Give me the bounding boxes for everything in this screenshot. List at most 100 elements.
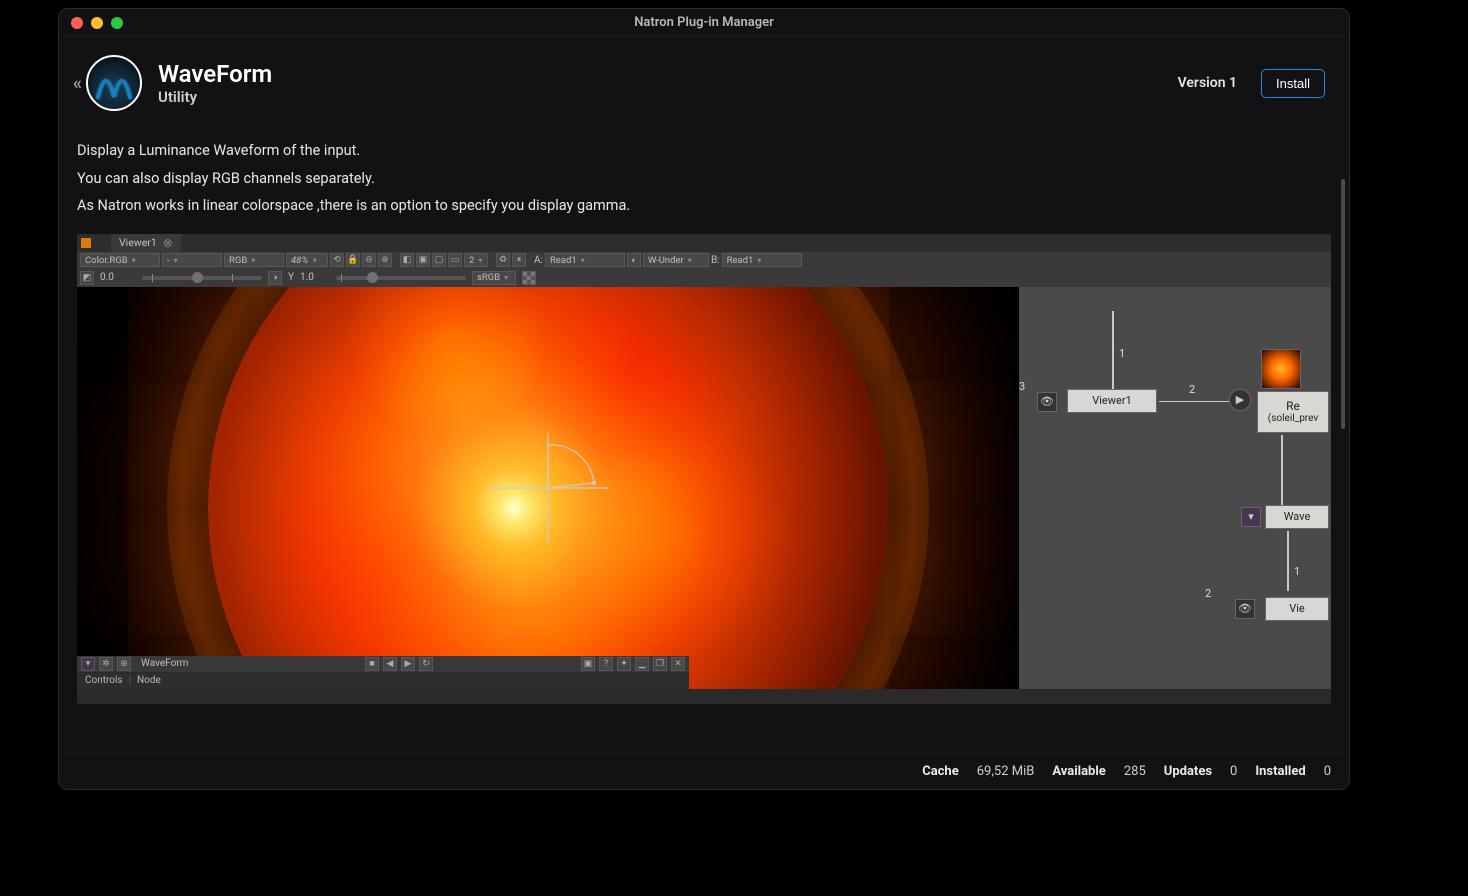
viewer-canvas[interactable] <box>77 287 1019 689</box>
plugin-name: WaveForm <box>158 60 272 89</box>
layer-select[interactable]: Color.RGB▾ <box>80 253 160 267</box>
maximize-window-button[interactable] <box>111 17 123 29</box>
stop-icon[interactable]: ■ <box>365 657 379 671</box>
b-input-select[interactable]: Read1▾ <box>722 253 802 267</box>
roi-icon[interactable]: ▣ <box>416 253 430 267</box>
available-label: Available <box>1052 764 1105 779</box>
screenshot-main: ▾ ✲ ⊕ WaveForm ■ ◀ ▶ ↻ ▣ ? ✦ ▁ <box>77 287 1331 689</box>
cache-value: 69,52 MiB <box>977 764 1035 779</box>
help-icon[interactable]: ? <box>599 657 613 671</box>
description-line: Display a Luminance Waveform of the inpu… <box>77 137 1331 165</box>
port-label: 3 <box>1019 380 1025 393</box>
channels-select[interactable]: RGB▾ <box>224 253 284 267</box>
gamma-slider[interactable] <box>142 276 262 280</box>
port-label: 2 <box>1205 587 1211 600</box>
lock-icon[interactable]: 🔒 <box>346 253 360 267</box>
port-label: 1 <box>1119 347 1125 360</box>
a-input-select[interactable]: Read1▾ <box>545 253 625 267</box>
node-read-label: Re (soleil_prev <box>1257 391 1329 433</box>
description-line: You can also display RGB channels separa… <box>77 165 1331 193</box>
gain-slider[interactable] <box>336 276 466 280</box>
refresh-icon[interactable]: ♻ <box>496 253 510 267</box>
gear-icon[interactable]: ✲ <box>99 657 113 671</box>
wipe-select[interactable]: W-Under▾ <box>643 253 709 267</box>
zoom-select[interactable]: 48%▾ <box>286 253 328 267</box>
viewer-tab[interactable]: Viewer1 ⊗ <box>111 234 181 252</box>
node-waveform[interactable]: Wave <box>1265 505 1329 529</box>
minimize-window-button[interactable] <box>91 17 103 29</box>
node-viewer1[interactable]: Viewer1 <box>1067 389 1157 413</box>
node-graph[interactable]: 1 👁 3 Viewer1 2 ▶ Re (so <box>1019 287 1331 689</box>
window-title: Natron Plug-in Manager <box>59 15 1349 30</box>
plugin-header: « WaveForm Utility Version 1 Install <box>59 37 1349 119</box>
collapse-icon[interactable]: ▣ <box>581 657 595 671</box>
close-tab-icon[interactable]: ⊗ <box>163 236 173 250</box>
properties-bar: ▾ ✲ ⊕ WaveForm ■ ◀ ▶ ↻ ▣ ? ✦ ▁ <box>77 656 689 689</box>
plugin-description: Display a Luminance Waveform of the inpu… <box>77 137 1331 220</box>
eye-icon: 👁 <box>1037 392 1057 412</box>
node-read1[interactable] <box>1261 349 1301 389</box>
y-label: Y <box>288 272 294 283</box>
close-window-button[interactable] <box>71 17 83 29</box>
updates-value: 0 <box>1230 764 1237 779</box>
tab-controls[interactable]: Controls <box>85 675 123 686</box>
plugin-title-block: WaveForm Utility <box>158 60 272 107</box>
pause-icon[interactable]: ⏸ <box>512 253 526 267</box>
contrast-icon[interactable]: ◑ <box>268 271 282 285</box>
installed-value: 0 <box>1324 764 1331 779</box>
y-value: 1.0 <box>300 272 330 283</box>
viewer-panel: ▾ ✲ ⊕ WaveForm ■ ◀ ▶ ↻ ▣ ? ✦ ▁ <box>77 287 1019 689</box>
proxy-icon[interactable]: ▢ <box>432 253 446 267</box>
gamma-value: 0.0 <box>100 272 136 283</box>
sync-icon[interactable]: ⟲ <box>330 253 344 267</box>
titlebar: Natron Plug-in Manager <box>59 9 1349 37</box>
available-value: 285 <box>1124 764 1146 779</box>
render-icon[interactable]: ▭ <box>448 253 462 267</box>
node-name: WaveForm <box>141 658 361 669</box>
scrollbar[interactable] <box>1341 179 1345 429</box>
cache-label: Cache <box>922 764 959 779</box>
waveform-node-icon: ▾ <box>1241 507 1261 527</box>
indicator-icon <box>81 238 91 248</box>
b-label: B: <box>711 255 720 266</box>
minimize-icon[interactable]: ▁ <box>635 657 649 671</box>
plus-icon[interactable]: ⊕ <box>378 253 392 267</box>
tab-label: Viewer1 <box>119 236 157 249</box>
installed-label: Installed <box>1255 764 1305 779</box>
updates-label: Updates <box>1164 764 1212 779</box>
colorspace-select[interactable]: sRGB▾ <box>472 271 516 285</box>
clip-icon[interactable]: ◧ <box>400 253 414 267</box>
restore-icon[interactable]: ❐ <box>653 657 667 671</box>
content-area: Display a Luminance Waveform of the inpu… <box>59 119 1349 753</box>
tab-node[interactable]: Node <box>137 675 161 686</box>
natron-icon <box>86 55 142 111</box>
close-panel-icon[interactable]: ✕ <box>671 657 685 671</box>
node-color-icon[interactable]: ▾ <box>81 657 95 671</box>
viewer-toolbar: Color.RGB▾ -▾ RGB▾ 48%▾ ⟲ 🔒 ⊖ ⊕ ◧ ▣ ▢ ▭ … <box>77 252 1331 269</box>
refresh-node-icon[interactable]: ↻ <box>419 657 433 671</box>
viewer-tabs: Viewer1 ⊗ <box>77 234 1331 252</box>
prev-icon[interactable]: ◀ <box>383 657 397 671</box>
checker-icon[interactable] <box>522 271 536 285</box>
install-button[interactable]: Install <box>1261 69 1325 98</box>
port-label: 2 <box>1189 383 1195 396</box>
gamma-icon[interactable]: ◩ <box>80 271 94 285</box>
minus-icon[interactable]: ⊖ <box>362 253 376 267</box>
wipe-icon[interactable]: ◐ <box>627 253 641 267</box>
eye-icon: 👁 <box>1235 599 1255 619</box>
status-bar: Cache 69,52 MiB Available 285 Updates 0 … <box>59 753 1349 789</box>
a-label: A: <box>534 255 543 266</box>
script-icon[interactable]: ✦ <box>617 657 631 671</box>
app-window: Natron Plug-in Manager « WaveForm Utilit… <box>58 8 1350 790</box>
play-icon[interactable]: ▶ <box>1229 389 1251 411</box>
next-icon[interactable]: ▶ <box>401 657 415 671</box>
center-icon[interactable]: ⊕ <box>117 657 131 671</box>
plugin-screenshot: Viewer1 ⊗ Color.RGB▾ -▾ RGB▾ 48%▾ ⟲ 🔒 ⊖ … <box>77 234 1331 704</box>
traffic-lights <box>71 17 123 29</box>
plugin-category: Utility <box>158 88 272 106</box>
alpha-select[interactable]: -▾ <box>162 253 222 267</box>
sun-image <box>208 287 888 689</box>
node-viewer2[interactable]: Vie <box>1265 597 1329 621</box>
mipmap-select[interactable]: 2▾ <box>464 253 488 267</box>
back-button[interactable]: « <box>73 73 82 94</box>
